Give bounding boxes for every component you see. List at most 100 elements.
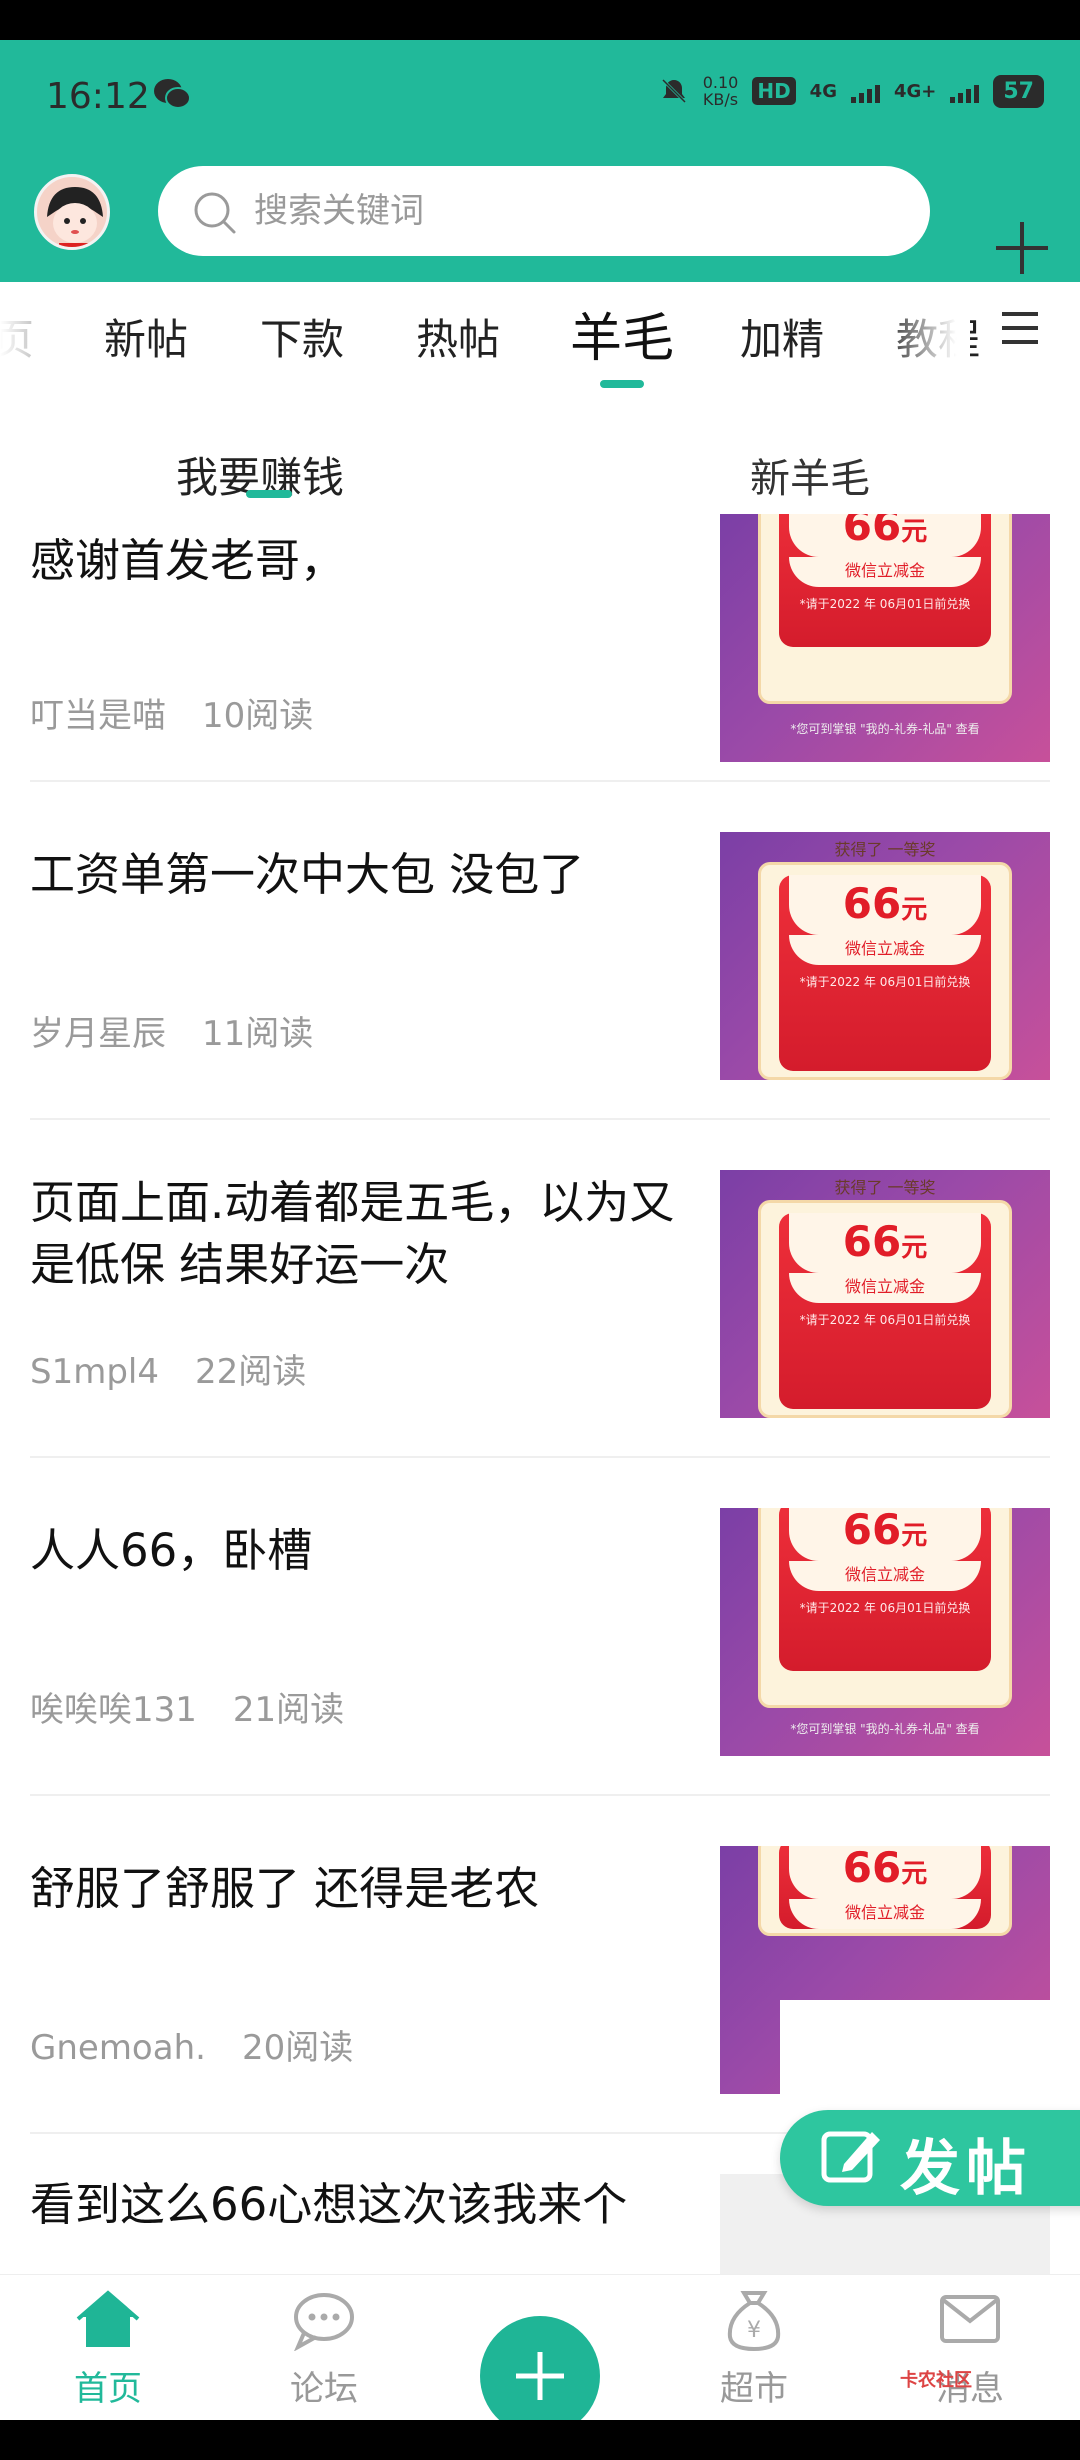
tab-featured[interactable]: 加精 <box>740 306 824 367</box>
coupon-frame: 66元 微信立减金 *请于2022 年 06月01日前兑换 <box>758 862 1012 1080</box>
coupon-unit: 元 <box>901 895 928 925</box>
active-tab-indicator <box>600 380 644 388</box>
nav-home[interactable]: 首页 <box>38 2275 178 2420</box>
plus-icon <box>516 2352 564 2400</box>
coupon-expiry: *请于2022 年 06月01日前兑换 <box>799 597 971 611</box>
coupon-amount: 66元 <box>789 1846 981 1899</box>
nav-forum-label: 论坛 <box>290 2369 358 2409</box>
coupon-frame: 66元 微信立减金 *请于2022 年 06月01日前兑换 <box>758 1200 1012 1418</box>
coupon-award: 获得了 一等奖 <box>834 840 936 859</box>
post-reads: 22阅读 <box>195 1352 307 1392</box>
coupon-amount-value: 66 <box>842 514 902 550</box>
net-speed-unit: KB/s <box>702 90 739 109</box>
post-meta: Gnemoah. 20阅读 <box>30 2020 353 2069</box>
add-icon[interactable] <box>994 220 1050 276</box>
coupon-label: 微信立减金 <box>789 1899 981 1929</box>
post-title: 感谢首发老哥， <box>30 534 346 587</box>
net-speed: 0.10 KB/s <box>703 74 739 108</box>
watermark-logo: 卡农社区 <box>900 2370 972 2391</box>
coupon-award: 获得了 一等奖 <box>834 1178 936 1197</box>
coupon-frame: 66元 微信立减金 *请于2022 年 06月01日前兑换 <box>758 514 1012 704</box>
tab-new-posts[interactable]: 新帖 <box>104 306 188 367</box>
post-author: 唉唉唉131 <box>30 1690 197 1730</box>
status-time: 16:12 <box>46 76 150 117</box>
coupon-amount: 66元 <box>789 875 981 935</box>
coupon-note: *您可到掌银 "我的-礼券-礼品" 查看 <box>790 722 980 736</box>
coupon-label: 微信立减金 <box>789 557 981 587</box>
coupon-label: 微信立减金 <box>789 1561 981 1591</box>
post-title: 看到这么66心想这次该我来个 <box>30 2178 628 2231</box>
subtab-new-freebies[interactable]: 新羊毛 <box>750 446 870 504</box>
coupon-card: 66元 微信立减金 *请于2022 年 06月01日前兑换 <box>779 1508 991 1671</box>
list-item[interactable]: 页面上面.动着都是五毛，以为又是低保 结果好运一次 S1mpl4 22阅读 获得了… <box>0 1120 1080 1458</box>
tab-hot-posts[interactable]: 热帖 <box>416 306 500 367</box>
edit-icon <box>821 2131 880 2183</box>
nav-market[interactable]: ¥ 超市 <box>684 2275 824 2420</box>
new-post-button[interactable]: 发帖 <box>780 2110 1080 2206</box>
post-thumbnail: 获得了 一等奖 66元 微信立减金 *请于2022 年 06月01日前兑换 <box>720 832 1050 1080</box>
sub-tabs: 我要赚钱 新羊毛 <box>0 394 1080 514</box>
list-item[interactable]: 工资单第一次中大包 没包了 岁月星辰 11阅读 获得了 一等奖 66元 微信立减金… <box>0 782 1080 1120</box>
coupon-unit: 元 <box>901 517 928 547</box>
post-title: 工资单第一次中大包 没包了 <box>30 848 585 901</box>
post-thumbnail: 66元 微信立减金 *请于2022 年 06月01日前兑换 *您可到掌银 "我的… <box>720 1508 1050 1756</box>
post-meta: S1mpl4 22阅读 <box>30 1344 306 1393</box>
tab-freebies[interactable]: 羊毛 <box>570 296 674 371</box>
post-author: Gnemoah. <box>30 2028 206 2068</box>
coupon-frame: 66元 微信立减金 <box>758 1846 1012 1936</box>
nav-market-label: 超市 <box>720 2369 788 2409</box>
svg-text:¥: ¥ <box>747 2318 761 2343</box>
chat-bubble-icon <box>294 2293 354 2351</box>
post-thumbnail: 获得了 一等奖 66元 微信立减金 *请于2022 年 06月01日前兑换 <box>720 1170 1050 1418</box>
coupon-card: 66元 微信立减金 *请于2022 年 06月01日前兑换 <box>779 514 991 647</box>
coupon-amount-value: 66 <box>842 1508 902 1554</box>
tabs-fade-right <box>880 282 970 394</box>
menu-icon[interactable] <box>1000 310 1040 346</box>
mail-icon <box>940 2295 1000 2343</box>
post-reads: 11阅读 <box>202 1014 314 1054</box>
post-reads: 21阅读 <box>232 1690 345 1730</box>
tab-loans[interactable]: 下款 <box>260 306 344 367</box>
coupon-expiry: *请于2022 年 06月01日前兑换 <box>799 975 971 989</box>
coupon-unit: 元 <box>901 1233 928 1263</box>
search-bar[interactable] <box>158 166 930 256</box>
wechat-icon <box>154 79 191 109</box>
coupon-card: 66元 微信立减金 *请于2022 年 06月01日前兑换 <box>779 875 991 1071</box>
nav-home-label: 首页 <box>74 2369 142 2409</box>
network-4g: 4G <box>809 80 837 102</box>
coupon-expiry: *请于2022 年 06月01日前兑换 <box>799 1313 971 1327</box>
post-title: 页面上面.动着都是五毛，以为又是低保 结果好运一次 <box>30 1176 675 1291</box>
home-icon <box>76 2290 140 2347</box>
avatar-face-icon <box>37 177 107 247</box>
list-item[interactable]: 人人66，卧槽 唉唉唉131 21阅读 66元 微信立减金 *请于2022 年 0… <box>0 1458 1080 1796</box>
tabs-fade-left <box>0 282 40 394</box>
coupon-amount: 66元 <box>789 1508 981 1561</box>
nav-forum[interactable]: 论坛 <box>254 2275 394 2420</box>
subtab-indicator <box>246 490 292 498</box>
nav-messages[interactable]: 消息 <box>900 2275 1040 2420</box>
post-reads: 10阅读 <box>202 696 314 736</box>
search-icon <box>194 192 236 234</box>
avatar[interactable] <box>34 174 110 250</box>
coupon-amount-value: 66 <box>842 1846 902 1892</box>
post-author: 岁月星辰 <box>30 1014 166 1054</box>
category-tabs: 页 新帖 下款 热帖 羊毛 加精 教程 <box>0 282 1080 394</box>
coupon-note: *您可到掌银 "我的-礼券-礼品" 查看 <box>790 1722 980 1736</box>
coupon-label: 微信立减金 <box>789 1273 981 1303</box>
net-speed-value: 0.10 <box>702 73 739 92</box>
list-item[interactable]: 感谢首发老哥， 叮当是喵 10阅读 66元 微信立减金 *请于2022 年 06月… <box>0 514 1080 782</box>
coupon-frame: 66元 微信立减金 *请于2022 年 06月01日前兑换 <box>758 1508 1012 1708</box>
search-input[interactable] <box>254 166 894 256</box>
signal-icon <box>850 79 880 103</box>
status-icons: 0.10 KB/s HD 4G 4G+ 57 <box>659 74 1044 108</box>
post-author: 叮当是喵 <box>30 696 166 736</box>
post-title: 舒服了舒服了 还得是老农 <box>30 1862 540 1915</box>
post-title: 人人66，卧槽 <box>30 1524 313 1577</box>
coupon-unit: 元 <box>901 1521 928 1551</box>
overlay-area <box>780 2000 1080 2110</box>
post-meta: 唉唉唉131 21阅读 <box>30 1682 344 1731</box>
new-post-label: 发帖 <box>900 2134 1032 2204</box>
top-header: 16:12 0.10 KB/s HD 4G 4G+ 57 搜索关键词 <box>0 40 1080 282</box>
coupon-card: 66元 微信立减金 *请于2022 年 06月01日前兑换 <box>779 1213 991 1409</box>
app-screen: 16:12 0.10 KB/s HD 4G 4G+ 57 搜索关键词 新帖 下款… <box>0 40 1080 2420</box>
